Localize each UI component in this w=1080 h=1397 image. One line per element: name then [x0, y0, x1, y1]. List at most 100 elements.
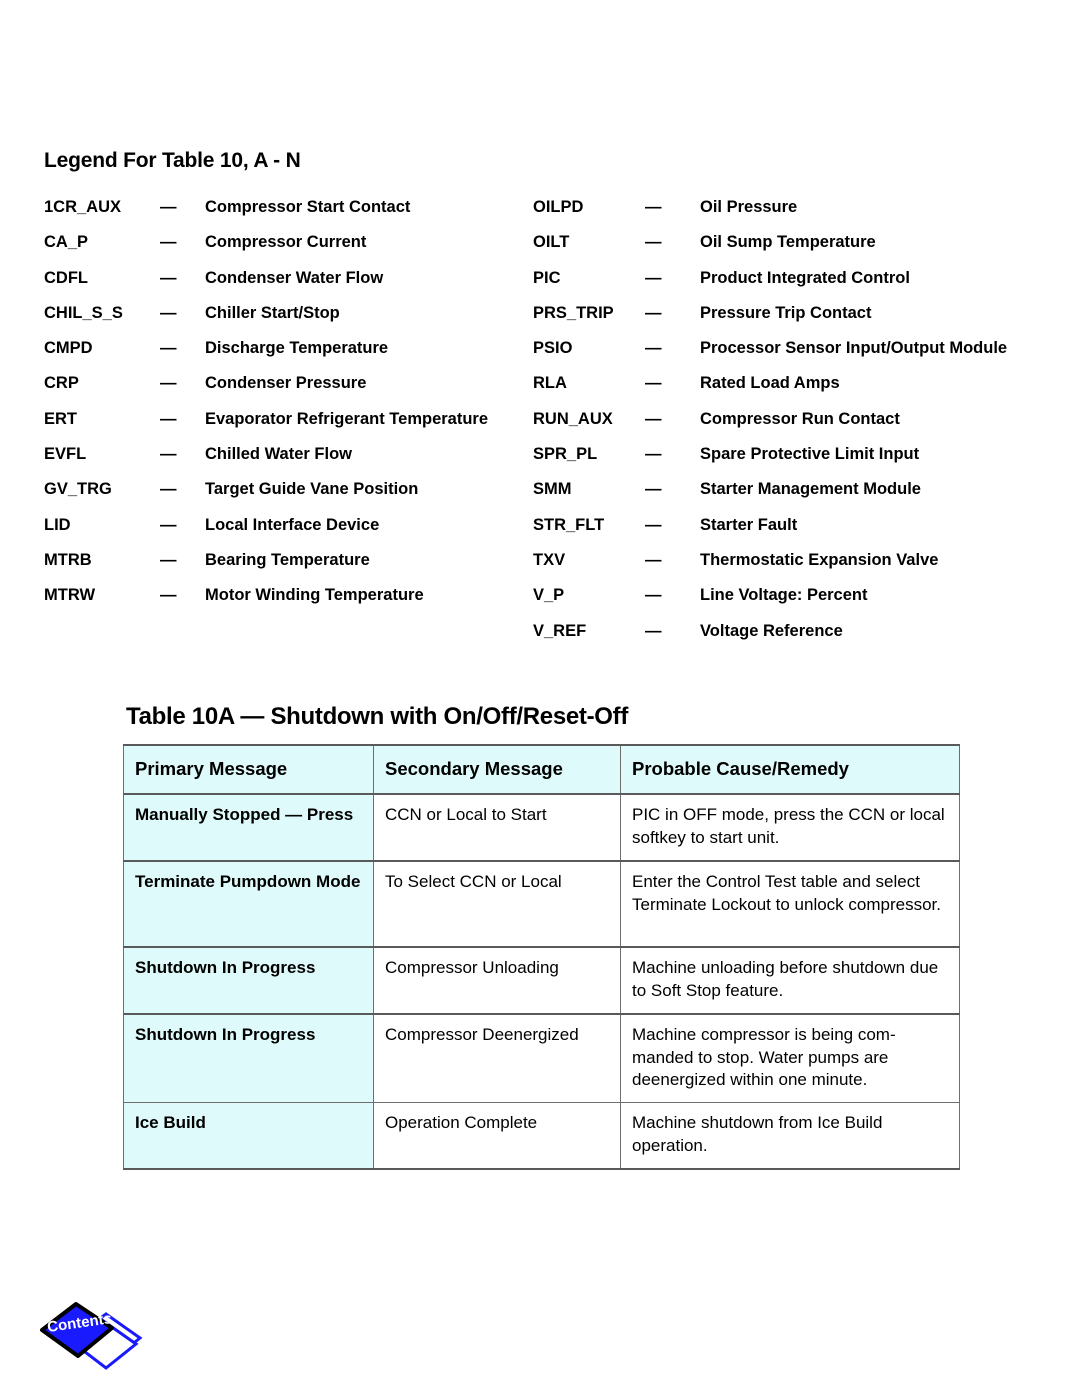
legend-abbreviation: PSIO	[533, 339, 573, 358]
legend-right-column: OILPD — Oil Pressure OILT — Oil Sump Tem…	[533, 198, 1007, 657]
legend-description: Condenser Pressure	[205, 374, 367, 393]
legend-row: PIC — Product Integrated Control	[533, 269, 1007, 304]
legend-dash-icon: —	[160, 233, 177, 252]
legend-row: OILT — Oil Sump Temperature	[533, 233, 1007, 268]
legend-row: V_REF — Voltage Reference	[533, 622, 1007, 657]
legend-description: Target Guide Vane Position	[205, 480, 419, 499]
legend-dash-icon: —	[160, 339, 177, 358]
legend-abbreviation: STR_FLT	[533, 515, 605, 534]
legend-description: Voltage Reference	[700, 621, 843, 640]
legend-dash-icon: —	[645, 586, 662, 605]
legend-title: Legend For Table 10, A - N	[44, 149, 301, 172]
legend-description: Line Voltage: Percent	[700, 586, 868, 605]
table-row: Terminate Pumpdown Mode To Select CCN or…	[123, 860, 960, 948]
legend-description: Condenser Water Flow	[205, 268, 384, 287]
legend-row: TXV — Thermostatic Expansion Valve	[533, 551, 1007, 586]
cell-primary-message: Ice Build	[123, 1102, 374, 1171]
legend-row: CDFL — Condenser Water Flow	[44, 269, 488, 304]
legend-dash-icon: —	[645, 480, 662, 499]
cell-primary-message: Shutdown In Progress	[123, 1013, 374, 1104]
legend-row: GV_TRG — Target Guide Vane Position	[44, 480, 488, 515]
legend-dash-icon: —	[645, 339, 662, 358]
legend-dash-icon: —	[160, 445, 177, 464]
legend-abbreviation: CDFL	[44, 268, 88, 287]
legend-description: Chilled Water Flow	[205, 445, 352, 464]
legend-abbreviation: OILT	[533, 233, 570, 252]
legend-abbreviation: TXV	[533, 550, 566, 569]
legend-abbreviation: V_P	[533, 586, 565, 605]
legend-description: Motor Winding Temperature	[205, 586, 424, 605]
table-header-row: Primary Message Secondary Message Probab…	[123, 743, 960, 796]
legend-left-column: 1CR_AUX — Compressor Start Contact CA_P …	[44, 198, 488, 622]
legend-dash-icon: —	[160, 198, 177, 216]
legend-dash-icon: —	[645, 515, 662, 534]
legend-description: Bearing Temperature	[205, 550, 370, 569]
legend-abbreviation: MTRW	[44, 586, 96, 605]
legend-dash-icon: —	[645, 198, 662, 216]
legend-abbreviation: PRS_TRIP	[533, 303, 614, 322]
legend-abbreviation: RUN_AUX	[533, 409, 613, 428]
cell-secondary-message: To Select CCN or Local	[373, 860, 621, 948]
legend-row: PSIO — Processor Sensor Input/Output Mod…	[533, 339, 1007, 374]
legend-abbreviation: SPR_PL	[533, 445, 598, 464]
legend-row: CHIL_S_S — Chiller Start/Stop	[44, 304, 488, 339]
contents-button[interactable]: Contents Contents	[32, 1298, 150, 1376]
legend-row: PRS_TRIP — Pressure Trip Contact	[533, 304, 1007, 339]
legend-description: Local Interface Device	[205, 515, 380, 534]
table-row: Ice Build Operation Complete Machine shu…	[123, 1102, 960, 1171]
cell-secondary-message: Compressor Deenergized	[373, 1013, 621, 1104]
table-row: Shutdown In Progress Compressor Deenergi…	[123, 1013, 960, 1104]
cell-secondary-message: CCN or Local to Start	[373, 793, 621, 862]
legend-description: Pressure Trip Contact	[700, 303, 872, 322]
legend-dash-icon: —	[160, 268, 177, 287]
legend-row: OILPD — Oil Pressure	[533, 198, 1007, 233]
legend-row: ERT — Evaporator Refrigerant Temperature	[44, 410, 488, 445]
legend-abbreviation: OILPD	[533, 198, 584, 216]
legend-row: CMPD — Discharge Temperature	[44, 339, 488, 374]
legend-dash-icon: —	[645, 550, 662, 569]
cell-primary-message: Shutdown In Progress	[123, 946, 374, 1015]
contents-book-icon[interactable]: Contents	[32, 1298, 150, 1376]
legend-abbreviation: V_REF	[533, 621, 587, 640]
legend-abbreviation: EVFL	[44, 445, 87, 464]
legend-description: Compressor Start Contact	[205, 198, 411, 216]
legend-row: STR_FLT — Starter Fault	[533, 516, 1007, 551]
legend-abbreviation: LID	[44, 515, 71, 534]
legend-dash-icon: —	[160, 409, 177, 428]
table-row: Shutdown In Progress Compressor Unloadin…	[123, 946, 960, 1015]
legend-dash-icon: —	[645, 374, 662, 393]
legend-dash-icon: —	[645, 268, 662, 287]
legend-abbreviation: CHIL_S_S	[44, 303, 123, 322]
column-header-secondary-message: Secondary Message	[373, 743, 621, 796]
legend-dash-icon: —	[645, 621, 662, 640]
legend-row: RLA — Rated Load Amps	[533, 374, 1007, 409]
legend-dash-icon: —	[160, 586, 177, 605]
column-header-probable-cause-remedy: Probable Cause/Remedy	[620, 743, 960, 796]
legend-description: Processor Sensor Input/Output Module	[700, 339, 1008, 358]
cell-secondary-message: Operation Complete	[373, 1102, 621, 1171]
legend-abbreviation: 1CR_AUX	[44, 198, 122, 216]
legend-dash-icon: —	[645, 233, 662, 252]
legend-row: CRP — Condenser Pressure	[44, 374, 488, 409]
shutdown-table: Primary Message Secondary Message Probab…	[123, 743, 960, 1171]
legend-description: Compressor Run Contact	[700, 409, 900, 428]
cell-secondary-message: Compressor Unloading	[373, 946, 621, 1015]
legend-abbreviation: CRP	[44, 374, 79, 393]
cell-probable-cause-remedy: Enter the Control Test table and select …	[620, 860, 960, 948]
cell-probable-cause-remedy: Machine shutdown from Ice Build operatio…	[620, 1102, 960, 1171]
column-header-primary-message: Primary Message	[123, 743, 374, 796]
cell-primary-message: Manually Stopped — Press	[123, 793, 374, 862]
legend-description: Chiller Start/Stop	[205, 303, 340, 322]
legend-dash-icon: —	[645, 303, 662, 322]
legend-row: CA_P — Compressor Current	[44, 233, 488, 268]
legend-description: Product Integrated Control	[700, 268, 910, 287]
legend-abbreviation: RLA	[533, 374, 567, 393]
legend-row: RUN_AUX — Compressor Run Contact	[533, 410, 1007, 445]
legend-abbreviation: GV_TRG	[44, 480, 112, 499]
legend-dash-icon: —	[645, 445, 662, 464]
legend-dash-icon: —	[160, 303, 177, 322]
legend-dash-icon: —	[160, 515, 177, 534]
legend-description: Spare Protective Limit Input	[700, 445, 920, 464]
legend-row: 1CR_AUX — Compressor Start Contact	[44, 198, 488, 233]
cell-primary-message: Terminate Pumpdown Mode	[123, 860, 374, 948]
